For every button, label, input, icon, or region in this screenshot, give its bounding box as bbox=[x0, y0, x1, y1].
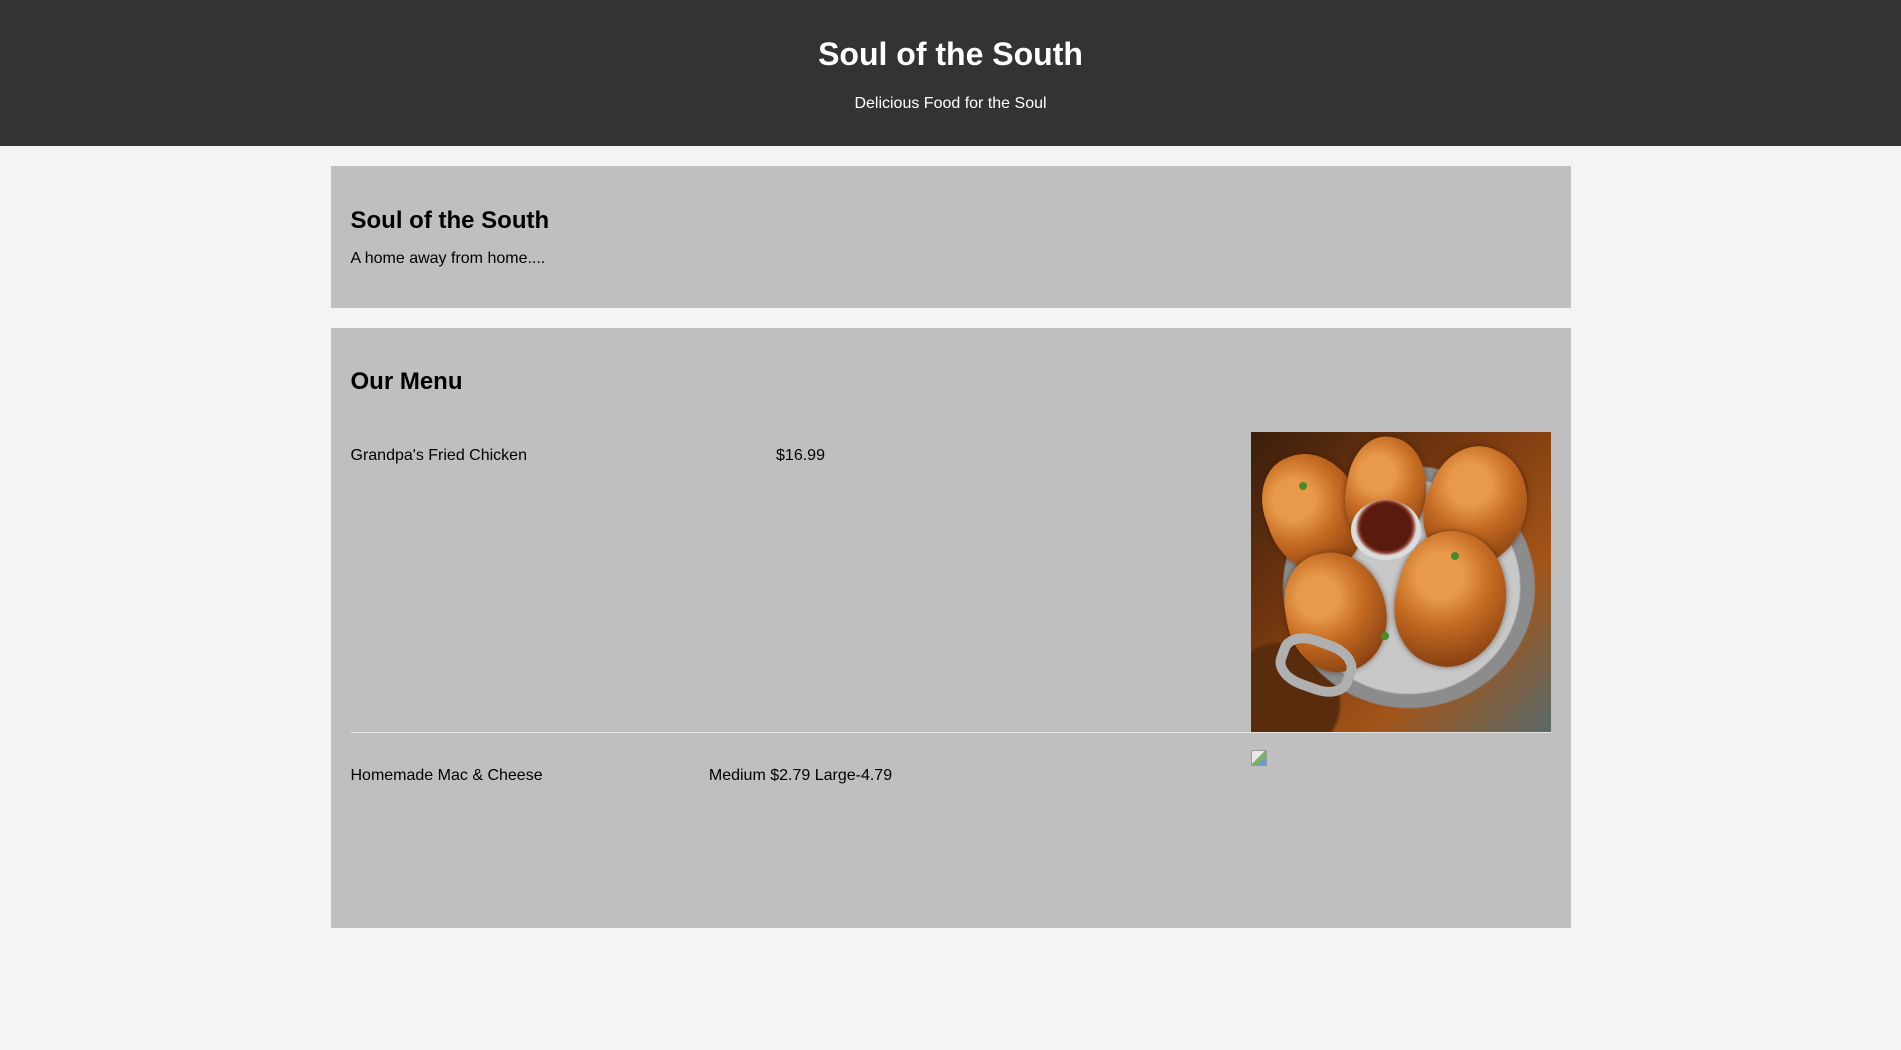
menu-item: Homemade Mac & Cheese Medium $2.79 Large… bbox=[350, 732, 1551, 972]
fried-chicken-photo bbox=[1250, 432, 1551, 732]
menu-item-name: Grandpa's Fried Chicken bbox=[350, 447, 527, 464]
fried-chicken-image bbox=[1250, 432, 1551, 732]
intro-text: A home away from home.... bbox=[350, 250, 546, 267]
menu-item-price: $16.99 bbox=[776, 447, 825, 464]
menu-item-price: Medium $2.79 Large-4.79 bbox=[708, 767, 893, 784]
site-header: Soul of the South Delicious Food for the… bbox=[0, 0, 1901, 146]
herb-garnish bbox=[1298, 482, 1307, 490]
main-content: Soul of the South A home away from home.… bbox=[330, 166, 1571, 928]
intro-title: Soul of the South bbox=[350, 207, 550, 234]
site-tagline: Delicious Food for the Soul bbox=[854, 95, 1047, 112]
menu-item-name: Homemade Mac & Cheese bbox=[350, 767, 543, 784]
broken-image-icon bbox=[1250, 750, 1267, 766]
menu-section: Our Menu Grandpa's Fried Chicken $16.99 bbox=[330, 328, 1571, 928]
sauce-cup bbox=[1350, 500, 1421, 560]
mac-and-cheese-image bbox=[1250, 750, 1551, 1050]
menu-title: Our Menu bbox=[350, 368, 463, 395]
site-title: Soul of the South bbox=[818, 36, 1083, 72]
intro-section: Soul of the South A home away from home.… bbox=[330, 166, 1571, 308]
herb-garnish bbox=[1380, 632, 1389, 640]
herb-garnish bbox=[1450, 552, 1459, 560]
menu-list: Grandpa's Fried Chicken $16.99 Homemade … bbox=[350, 432, 1551, 972]
menu-item: Grandpa's Fried Chicken $16.99 bbox=[351, 432, 1551, 732]
